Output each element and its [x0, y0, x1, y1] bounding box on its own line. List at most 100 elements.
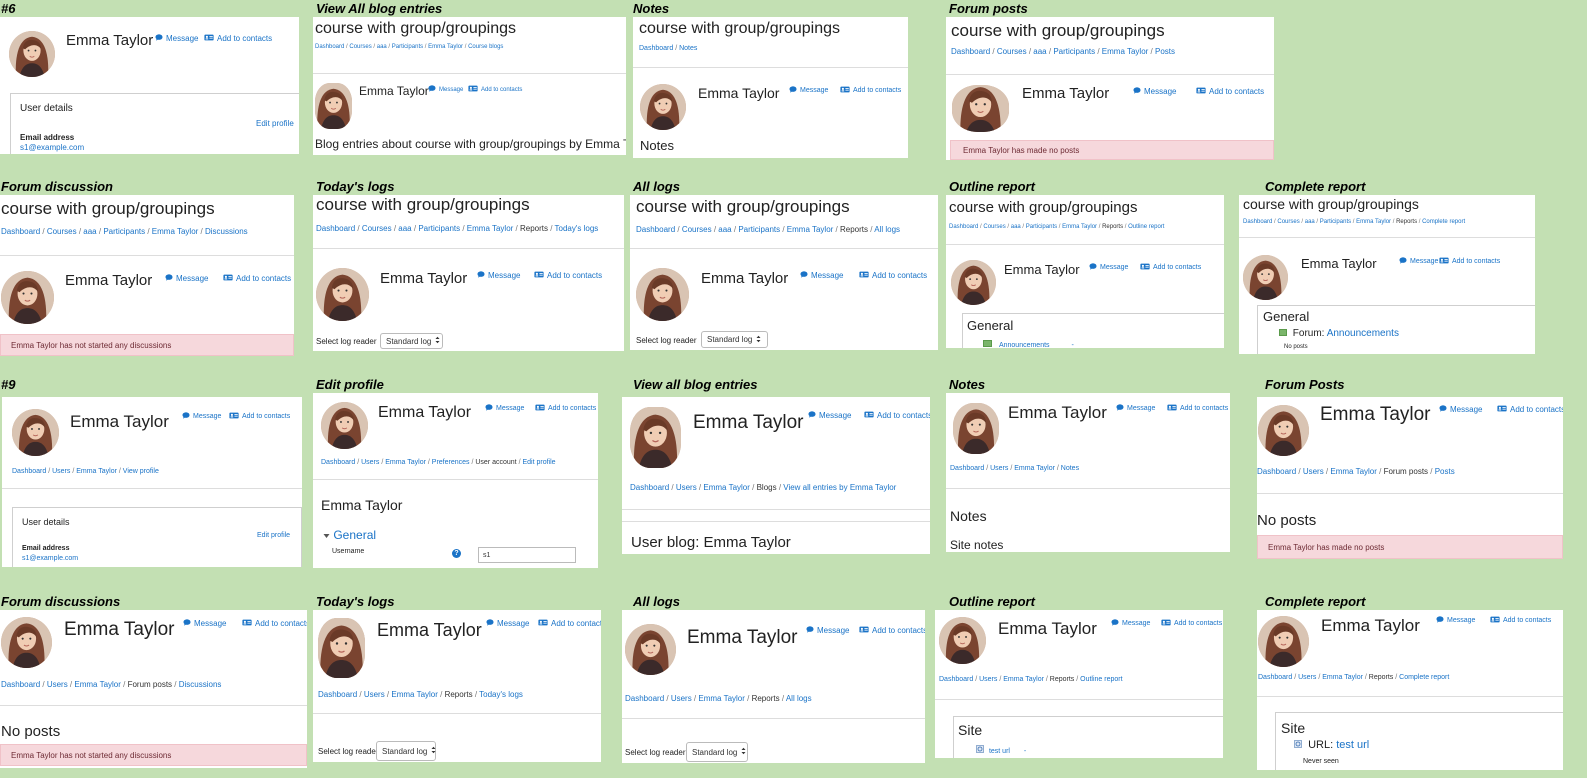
breadcrumb-item[interactable]: Course blogs: [468, 44, 503, 50]
breadcrumb-item[interactable]: Dashboard: [639, 45, 673, 52]
breadcrumb-item[interactable]: Emma Taylor: [428, 44, 463, 50]
breadcrumb-item[interactable]: Emma Taylor: [1322, 674, 1363, 681]
breadcrumb-item[interactable]: Dashboard: [321, 459, 355, 466]
breadcrumb-item[interactable]: Users: [47, 680, 68, 689]
breadcrumb-item[interactable]: Participants: [1320, 219, 1351, 225]
activity-link[interactable]: test url: [989, 748, 1010, 755]
message-button[interactable]: Message: [183, 619, 226, 628]
breadcrumb-item[interactable]: Discussions: [205, 227, 248, 236]
breadcrumb-item[interactable]: aaa: [398, 224, 411, 233]
breadcrumb-item[interactable]: Emma Taylor: [1330, 467, 1377, 476]
breadcrumb-item[interactable]: Dashboard: [625, 694, 664, 703]
breadcrumb-item[interactable]: Notes: [679, 45, 697, 52]
email-link[interactable]: s1@example.com: [22, 555, 78, 562]
breadcrumb-item[interactable]: View all entries by Emma Taylor: [783, 483, 896, 492]
breadcrumb-item[interactable]: Participants: [738, 225, 780, 234]
message-button[interactable]: Message: [1133, 87, 1176, 96]
add-to-contacts-button[interactable]: Add to contacts: [242, 619, 307, 628]
breadcrumb-item[interactable]: Dashboard: [316, 224, 355, 233]
help-icon[interactable]: ?: [452, 549, 461, 558]
add-to-contacts-button[interactable]: Add to contacts: [859, 271, 927, 280]
add-to-contacts-button[interactable]: Add to contacts: [538, 619, 601, 628]
breadcrumb-item[interactable]: Emma Taylor: [385, 459, 426, 466]
breadcrumb-item[interactable]: Users: [361, 459, 379, 466]
add-to-contacts-button[interactable]: Add to contacts: [468, 85, 522, 94]
breadcrumb-item[interactable]: Courses: [47, 227, 77, 236]
breadcrumb-item[interactable]: Dashboard: [318, 690, 357, 699]
breadcrumb-item[interactable]: Users: [364, 690, 385, 699]
breadcrumb-item[interactable]: Users: [52, 468, 70, 475]
message-button[interactable]: Message: [1089, 263, 1128, 272]
add-to-contacts-button[interactable]: Add to contacts: [1196, 87, 1264, 96]
breadcrumb-item[interactable]: Emma Taylor: [1014, 465, 1055, 472]
message-button[interactable]: Message: [486, 619, 529, 628]
breadcrumb-item[interactable]: Dashboard: [1257, 467, 1296, 476]
breadcrumb-item[interactable]: Users: [1303, 467, 1324, 476]
breadcrumb-item[interactable]: Dashboard: [949, 224, 978, 230]
breadcrumb-item[interactable]: aaa: [1011, 224, 1021, 230]
breadcrumb-item[interactable]: Dashboard: [1, 680, 40, 689]
breadcrumb-item[interactable]: Dashboard: [12, 468, 46, 475]
add-to-contacts-button[interactable]: Add to contacts: [1140, 263, 1201, 272]
breadcrumb-item[interactable]: Dashboard: [951, 47, 990, 56]
message-button[interactable]: Message: [806, 626, 849, 635]
breadcrumb-item[interactable]: Users: [671, 694, 692, 703]
breadcrumb-item[interactable]: Courses: [349, 44, 371, 50]
message-button[interactable]: Message: [1436, 616, 1475, 625]
log-reader-select[interactable]: Standard log: [686, 742, 748, 762]
edit-profile-link[interactable]: Edit profile: [256, 119, 294, 128]
email-link[interactable]: s1@example.com: [20, 143, 84, 152]
breadcrumb-item[interactable]: Emma Taylor: [1003, 676, 1044, 683]
breadcrumb-item[interactable]: Emma Taylor: [1102, 47, 1149, 56]
message-button[interactable]: Message: [789, 86, 828, 95]
breadcrumb-item[interactable]: Courses: [682, 225, 712, 234]
breadcrumb-item[interactable]: Emma Taylor: [703, 483, 750, 492]
breadcrumb-item[interactable]: Discussions: [179, 680, 222, 689]
breadcrumb-item[interactable]: Courses: [362, 224, 392, 233]
breadcrumb-item[interactable]: View profile: [123, 468, 159, 475]
log-reader-select[interactable]: Standard log: [701, 331, 768, 348]
breadcrumb-item[interactable]: Posts: [1155, 47, 1175, 56]
add-to-contacts-button[interactable]: Add to contacts: [535, 404, 596, 413]
edit-profile-link[interactable]: Edit profile: [257, 532, 290, 539]
breadcrumb-item[interactable]: Emma Taylor: [787, 225, 834, 234]
breadcrumb-item[interactable]: Complete report: [1422, 219, 1465, 225]
breadcrumb-item[interactable]: Dashboard: [1258, 674, 1292, 681]
breadcrumb-item[interactable]: Dashboard: [950, 465, 984, 472]
breadcrumb-item[interactable]: Users: [676, 483, 697, 492]
breadcrumb-item[interactable]: aaa: [1033, 47, 1046, 56]
breadcrumb-item[interactable]: Emma Taylor: [698, 694, 745, 703]
breadcrumb-item[interactable]: Emma Taylor: [1062, 224, 1097, 230]
breadcrumb-item[interactable]: Dashboard: [1, 227, 40, 236]
breadcrumb-item[interactable]: All logs: [786, 694, 812, 703]
message-button[interactable]: Message: [428, 85, 463, 94]
add-to-contacts-button[interactable]: Add to contacts: [1497, 405, 1563, 414]
add-to-contacts-button[interactable]: Add to contacts: [864, 411, 930, 420]
breadcrumb-item[interactable]: aaa: [718, 225, 731, 234]
add-to-contacts-button[interactable]: Add to contacts: [840, 86, 901, 95]
breadcrumb-item[interactable]: Complete report: [1399, 674, 1449, 681]
breadcrumb-item[interactable]: Participants: [418, 224, 460, 233]
breadcrumb-item[interactable]: Dashboard: [630, 483, 669, 492]
breadcrumb-item[interactable]: Users: [979, 676, 997, 683]
breadcrumb-item[interactable]: aaa: [1305, 219, 1315, 225]
activity-link[interactable]: Announcements: [999, 342, 1050, 348]
breadcrumb-item[interactable]: Users: [990, 465, 1008, 472]
message-button[interactable]: Message: [1399, 257, 1438, 266]
message-button[interactable]: Message: [485, 404, 524, 413]
breadcrumb-item[interactable]: aaa: [83, 227, 96, 236]
breadcrumb-item[interactable]: Dashboard: [636, 225, 675, 234]
message-button[interactable]: Message: [155, 34, 198, 43]
breadcrumb-item[interactable]: Dashboard: [315, 44, 344, 50]
add-to-contacts-button[interactable]: Add to contacts: [859, 626, 925, 635]
breadcrumb-item[interactable]: Participants: [103, 227, 145, 236]
breadcrumb-item[interactable]: Users: [1298, 674, 1316, 681]
add-to-contacts-button[interactable]: Add to contacts: [204, 34, 272, 43]
breadcrumb-item[interactable]: Participants: [1053, 47, 1095, 56]
breadcrumb-item[interactable]: Dashboard: [939, 676, 973, 683]
breadcrumb-item[interactable]: Emma Taylor: [76, 468, 117, 475]
breadcrumb-item[interactable]: Posts: [1435, 467, 1455, 476]
message-button[interactable]: Message: [182, 412, 221, 421]
breadcrumb-item[interactable]: Notes: [1061, 465, 1079, 472]
message-button[interactable]: Message: [1116, 404, 1155, 413]
